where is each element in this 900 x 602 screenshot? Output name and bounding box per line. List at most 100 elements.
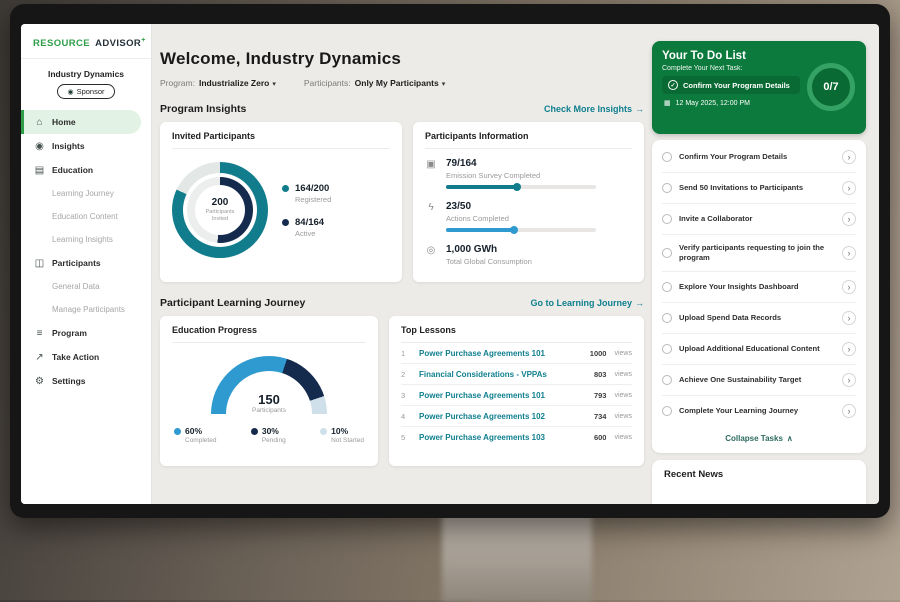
sidebar-item-program[interactable]: ≡ Program — [21, 321, 151, 345]
sidebar: RESOURCE ADVISOR+ Industry Dynamics ◉ Sp… — [21, 24, 152, 504]
actions-icon: ϟ — [425, 202, 437, 232]
todo-progress-value: 0/7 — [823, 81, 838, 93]
task-checkbox[interactable] — [662, 152, 672, 162]
active-dot-icon — [282, 219, 289, 226]
education-progress-card: Education Progress 150 Participants — [160, 316, 378, 466]
chevron-right-icon[interactable]: › — [842, 150, 856, 164]
not-started-dot-icon — [320, 428, 327, 435]
gauge-center-label: Participants — [211, 407, 327, 414]
sponsor-label: Sponsor — [77, 87, 105, 96]
chevron-right-icon[interactable]: › — [842, 404, 856, 418]
participants-icon: ◫ — [34, 258, 45, 269]
sidebar-nav: ⌂ Home ◉ Insights ▤ Education Learning J… — [21, 110, 151, 393]
chevron-right-icon[interactable]: › — [842, 373, 856, 387]
task-checkbox[interactable] — [662, 248, 672, 258]
sidebar-item-education-content[interactable]: Education Content — [21, 205, 151, 228]
check-icon: ✓ — [668, 80, 678, 90]
home-icon: ⌂ — [34, 117, 45, 128]
chevron-right-icon[interactable]: › — [842, 246, 856, 260]
go-to-learning-journey-link[interactable]: Go to Learning Journey→ — [530, 298, 644, 308]
calendar-icon: ▦ — [664, 99, 671, 107]
chevron-right-icon[interactable]: › — [842, 212, 856, 226]
sponsor-icon: ◉ — [67, 88, 73, 96]
sidebar-item-insights[interactable]: ◉ Insights — [21, 134, 151, 158]
lesson-row-2[interactable]: 2 Financial Considerations - VPPAs 803 v… — [401, 364, 632, 385]
stat-emission-survey: ▣ 79/164 Emission Survey Completed — [425, 158, 632, 189]
task-row-7[interactable]: Upload Additional Educational Content › — [662, 334, 856, 365]
invited-donut: 200 Participants Invited — [172, 162, 268, 258]
collapse-tasks-button[interactable]: Collapse Tasks ∧ — [662, 426, 856, 451]
insights-cards: Invited Participants 200 Participants In… — [160, 122, 644, 282]
task-checkbox[interactable] — [662, 313, 672, 323]
education-legend: 60% Completed 30% Pending — [172, 426, 366, 444]
task-row-6[interactable]: Upload Spend Data Records › — [662, 303, 856, 334]
participants-select-label: Participants: — [304, 78, 351, 88]
survey-icon: ▣ — [425, 159, 437, 189]
program-select-value: Industrialize Zero — [199, 78, 269, 88]
lesson-row-5[interactable]: 5 Power Purchase Agreements 103 600 view… — [401, 427, 632, 447]
legend-not-started: 10% Not Started — [320, 426, 364, 444]
sidebar-item-general-data[interactable]: General Data — [21, 275, 151, 298]
check-more-insights-link[interactable]: Check More Insights→ — [544, 104, 644, 114]
sidebar-item-education[interactable]: ▤ Education — [21, 158, 151, 182]
task-row-8[interactable]: Achieve One Sustainability Target › — [662, 365, 856, 396]
task-row-4[interactable]: Verify participants requesting to join t… — [662, 235, 856, 272]
participants-select[interactable]: Participants:Only My Participants▾ — [304, 78, 445, 88]
task-row-3[interactable]: Invite a Collaborator › — [662, 204, 856, 235]
chevron-right-icon[interactable]: › — [842, 280, 856, 294]
education-progress-title: Education Progress — [172, 325, 366, 343]
task-checkbox[interactable] — [662, 214, 672, 224]
task-checkbox[interactable] — [662, 282, 672, 292]
sidebar-item-manage-participants[interactable]: Manage Participants — [21, 298, 151, 321]
legend-pending: 30% Pending — [251, 426, 286, 444]
right-panel: Your To Do List Complete Your Next Task:… — [652, 41, 866, 504]
invited-participants-card: Invited Participants 200 Participants In… — [160, 122, 402, 282]
chevron-right-icon[interactable]: › — [842, 342, 856, 356]
recent-news-card: Recent News — [652, 460, 866, 504]
sidebar-item-learning-insights[interactable]: Learning Insights — [21, 228, 151, 251]
lesson-row-1[interactable]: 1 Power Purchase Agreements 101 1000 vie… — [401, 343, 632, 364]
sidebar-item-settings[interactable]: ⚙ Settings — [21, 369, 151, 393]
donut-center-label: Participants Invited — [201, 209, 239, 223]
chevron-down-icon: ▾ — [442, 81, 446, 88]
arrow-right-icon: → — [635, 298, 644, 308]
arrow-right-icon: → — [635, 104, 644, 114]
task-checkbox[interactable] — [662, 183, 672, 193]
learning-journey-title: Participant Learning Journey — [160, 297, 305, 309]
lesson-row-4[interactable]: 4 Power Purchase Agreements 102 734 view… — [401, 406, 632, 427]
sidebar-item-take-action[interactable]: ↗ Take Action — [21, 345, 151, 369]
completed-dot-icon — [174, 428, 181, 435]
learning-cards: Education Progress 150 Participants — [160, 316, 644, 466]
registered-dot-icon — [282, 185, 289, 192]
task-checkbox[interactable] — [662, 375, 672, 385]
top-lessons-title: Top Lessons — [401, 325, 632, 343]
brand-logo: RESOURCE ADVISOR+ — [21, 24, 151, 59]
tasks-card: Confirm Your Program Details › Send 50 I… — [652, 140, 866, 453]
task-checkbox[interactable] — [662, 406, 672, 416]
top-lessons-card: Top Lessons 1 Power Purchase Agreements … — [389, 316, 644, 466]
program-select-label: Program: — [160, 78, 195, 88]
chevron-right-icon[interactable]: › — [842, 181, 856, 195]
legend-completed: 60% Completed — [174, 426, 216, 444]
education-gauge: 150 Participants — [211, 356, 327, 414]
monitor-bezel: RESOURCE ADVISOR+ Industry Dynamics ◉ Sp… — [10, 4, 890, 518]
gauge-center-value: 150 — [211, 392, 327, 407]
sponsor-badge[interactable]: ◉ Sponsor — [57, 84, 115, 99]
program-select[interactable]: Program:Industrialize Zero▾ — [160, 78, 276, 88]
task-row-2[interactable]: Send 50 Invitations to Participants › — [662, 173, 856, 204]
sidebar-item-participants[interactable]: ◫ Participants — [21, 251, 151, 275]
task-row-9[interactable]: Complete Your Learning Journey › — [662, 396, 856, 426]
lesson-row-3[interactable]: 3 Power Purchase Agreements 101 793 view… — [401, 385, 632, 406]
task-checkbox[interactable] — [662, 344, 672, 354]
insights-icon: ◉ — [34, 141, 45, 152]
invited-legend: 164/200 Registered 84/164 Active — [282, 183, 331, 238]
task-row-1[interactable]: Confirm Your Program Details › — [662, 142, 856, 173]
chevron-right-icon[interactable]: › — [842, 311, 856, 325]
consumption-icon: ◎ — [425, 245, 437, 266]
todo-next-task[interactable]: ✓ Confirm Your Program Details — [662, 76, 800, 94]
sidebar-item-learning-journey[interactable]: Learning Journey — [21, 182, 151, 205]
settings-icon: ⚙ — [34, 376, 45, 387]
task-row-5[interactable]: Explore Your Insights Dashboard › — [662, 272, 856, 303]
monitor-stand — [442, 512, 592, 602]
sidebar-item-home[interactable]: ⌂ Home — [21, 110, 141, 134]
